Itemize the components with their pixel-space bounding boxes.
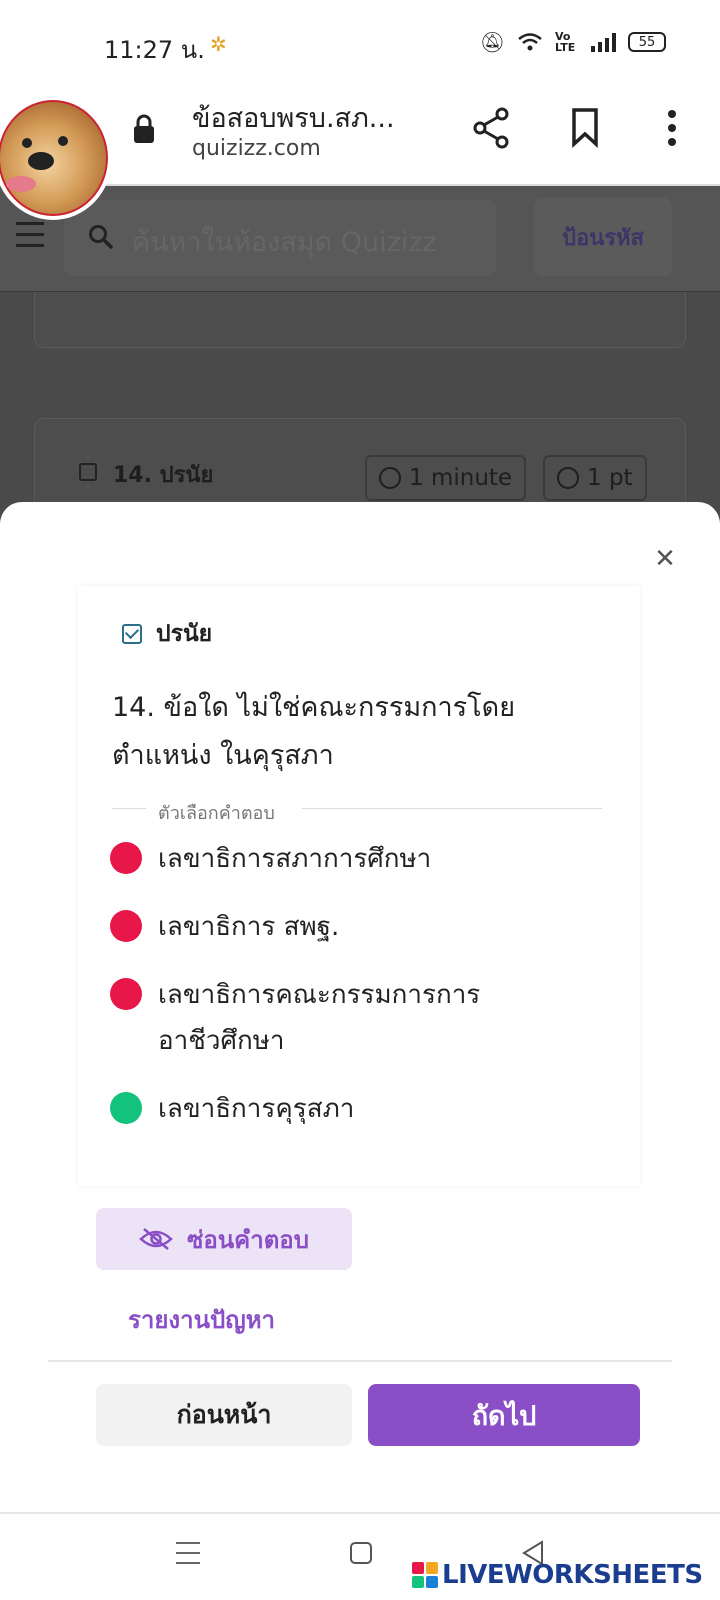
library-search-bar: ค้นหาในห้องสมุด Quizizz ป้อนรหัส: [0, 186, 720, 292]
liveworksheets-logo-icon: [412, 1562, 438, 1588]
battery-level: 55: [638, 34, 656, 50]
wifi-icon: [518, 33, 542, 51]
avatar-eye: [58, 136, 68, 146]
incorrect-indicator-icon: [110, 842, 142, 874]
app-notification-icon: ✲: [210, 32, 227, 56]
volte-label: Vo LTE: [555, 30, 576, 54]
avatar-eye: [22, 138, 32, 148]
question-card: ปรนัย 14. ข้อใด ไม่ใช่คณะกรรมการโดยตำแหน…: [78, 586, 640, 1186]
time-chip: 1 minute: [365, 455, 527, 501]
search-icon: [89, 225, 114, 250]
library-search-box[interactable]: ค้นหาในห้องสมุด Quizizz: [64, 200, 496, 276]
options-divider: ตัวเลือกคำตอบ: [112, 798, 602, 824]
answer-option: เลขาธิการ สพฐ.: [110, 904, 610, 950]
previous-question-card: [34, 292, 686, 348]
question-bottom-sheet: ✕ ปรนัย 14. ข้อใด ไม่ใช่คณะกรรมการโดยตำแ…: [0, 502, 720, 1512]
status-bar: 11:27 น. ✲ 🔕︎ Vo LTE 55: [0, 0, 720, 88]
status-icons: 🔕︎ Vo LTE 55: [480, 30, 666, 54]
liveworksheets-watermark: LIVEWORKSHEETS: [412, 1560, 703, 1590]
watermark-text: LIVEWORKSHEETS: [442, 1560, 703, 1590]
points-chip-label: 1 pt: [587, 465, 633, 491]
page-url[interactable]: quizizz.com: [192, 136, 321, 161]
avatar-tongue: [6, 176, 36, 192]
battery-icon: 55: [628, 32, 666, 52]
question-text: 14. ข้อใด ไม่ใช่คณะกรรมการโดยตำแหน่ง ในค…: [112, 692, 516, 771]
bookmark-icon[interactable]: [566, 106, 610, 150]
incorrect-indicator-icon: [110, 910, 142, 942]
enter-code-button[interactable]: ป้อนรหัส: [534, 198, 672, 276]
footer-divider: [48, 1360, 672, 1362]
hamburger-menu-icon[interactable]: [16, 222, 44, 248]
question-type-row: ปรนัย: [122, 616, 212, 652]
checkbox-icon: [122, 624, 142, 644]
lock-icon: [134, 114, 154, 143]
home-icon[interactable]: [350, 1542, 372, 1564]
hide-answer-button[interactable]: ซ่อนคำตอบ: [96, 1208, 352, 1270]
check-circle-icon: [557, 467, 579, 489]
system-nav-bar: LIVEWORKSHEETS: [0, 1512, 720, 1600]
points-chip: 1 pt: [543, 455, 647, 501]
question-type-label: ปรนัย: [156, 621, 213, 647]
more-options-icon[interactable]: [650, 106, 694, 150]
answer-option: เลขาธิการสภาการศึกษา: [110, 836, 610, 882]
options-label: ตัวเลือกคำตอบ: [158, 803, 275, 824]
next-button[interactable]: ถัดไป: [368, 1384, 640, 1446]
signal-icon: [591, 32, 616, 52]
clock-icon: [379, 467, 401, 489]
answer-option: เลขาธิการคณะกรรมการการ อาชีวศึกษา: [110, 972, 610, 1064]
browser-toolbar: ข้อสอบพรบ.สภ... quizizz.com: [0, 88, 720, 220]
report-problem-link[interactable]: รายงานปัญหา: [128, 1300, 275, 1339]
correct-indicator-icon: [110, 1092, 142, 1124]
answer-option-text: เลขาธิการคณะกรรมการการ อาชีวศึกษา: [158, 980, 481, 1056]
answer-option: เลขาธิการคุรุสภา: [110, 1086, 610, 1132]
answer-option-text: เลขาธิการ สพฐ.: [158, 912, 340, 942]
question-number-label: 14. ปรนัย: [113, 463, 214, 488]
previous-button[interactable]: ก่อนหน้า: [96, 1384, 352, 1446]
avatar-nose: [28, 152, 54, 170]
recent-apps-icon[interactable]: [176, 1542, 200, 1564]
time-chip-label: 1 minute: [409, 465, 513, 491]
answer-option-text: เลขาธิการคุรุสภา: [158, 1094, 355, 1124]
search-placeholder: ค้นหาในห้องสมุด Quizizz: [132, 227, 437, 258]
status-time: 11:27 น.: [104, 36, 205, 64]
eye-off-icon: [139, 1228, 173, 1250]
page-title[interactable]: ข้อสอบพรบ.สภ...: [192, 96, 395, 139]
mute-bell-icon: 🔕︎: [479, 30, 505, 54]
answer-option-text: เลขาธิการสภาการศึกษา: [158, 844, 432, 874]
hide-answer-label: ซ่อนคำตอบ: [187, 1225, 309, 1254]
share-icon[interactable]: [470, 106, 514, 150]
close-icon[interactable]: ✕: [650, 544, 680, 574]
answer-options: เลขาธิการสภาการศึกษาเลขาธิการ สพฐ. เลขาธิ…: [110, 836, 610, 1154]
question-type-icon: [79, 463, 97, 481]
incorrect-indicator-icon: [110, 978, 142, 1010]
